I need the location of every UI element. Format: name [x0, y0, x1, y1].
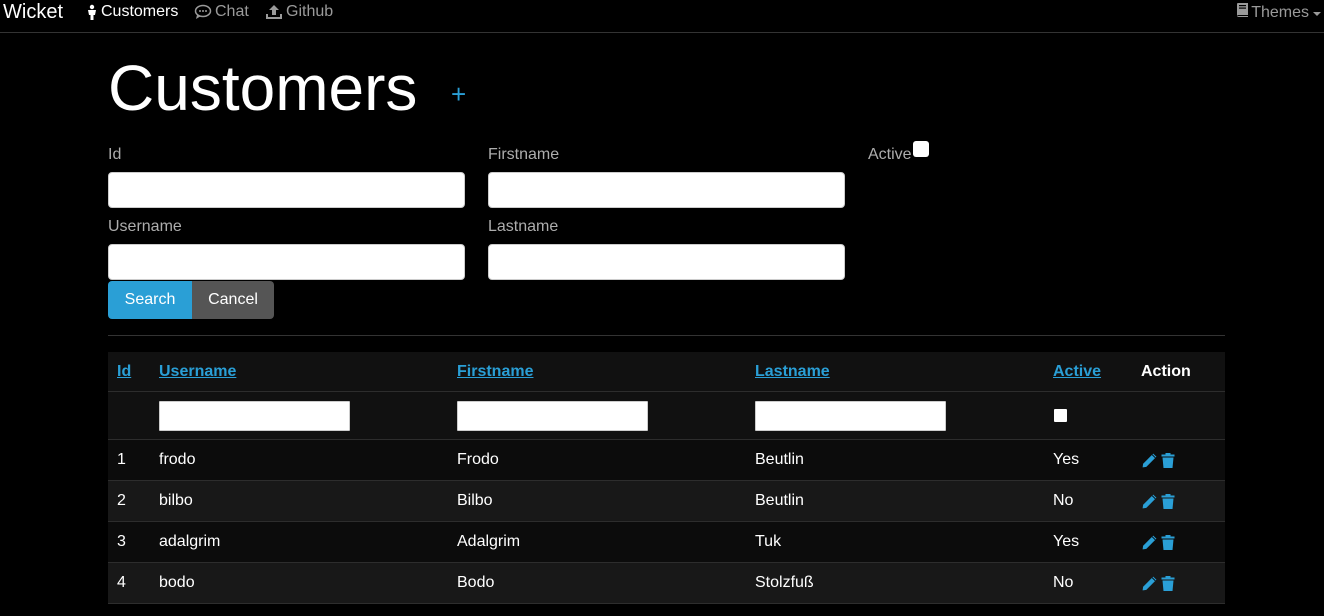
nav-link-label: Chat — [215, 3, 249, 20]
caret-down-icon — [1313, 12, 1321, 16]
nav-link-chat[interactable]: Chat — [194, 2, 249, 22]
delete-trash-icon[interactable] — [1161, 452, 1175, 469]
cell-firstname: Adalgrim — [457, 533, 521, 550]
themes-dropdown[interactable]: Themes — [1236, 2, 1321, 24]
cell-username: adalgrim — [159, 533, 221, 550]
cell-username: bodo — [159, 574, 195, 591]
cell-lastname: Beutlin — [755, 451, 804, 468]
cell-active: Yes — [1053, 451, 1080, 468]
nav-link-label: Customers — [101, 3, 179, 20]
row-actions — [1141, 452, 1175, 469]
chat-icon — [194, 4, 212, 20]
edit-pencil-icon[interactable] — [1141, 493, 1158, 510]
active-filter-checkbox[interactable] — [1054, 409, 1067, 422]
row-actions — [1141, 493, 1175, 510]
nav-link-github[interactable]: Github — [265, 2, 333, 22]
id-field[interactable] — [108, 172, 465, 208]
delete-trash-icon[interactable] — [1161, 534, 1175, 551]
sort-active-link[interactable]: Active — [1053, 363, 1101, 381]
book-icon — [1236, 2, 1249, 24]
delete-trash-icon[interactable] — [1161, 575, 1175, 592]
nav-link-label: Github — [286, 3, 334, 20]
cell-username: frodo — [159, 451, 196, 468]
lastname-filter-input[interactable] — [755, 400, 946, 431]
cell-lastname: Tuk — [755, 533, 782, 550]
username-field[interactable] — [108, 244, 465, 280]
table-filter-row — [108, 392, 1225, 440]
lastname-field[interactable] — [488, 244, 845, 280]
divider — [108, 335, 1225, 336]
customers-table: Id Username Firstname Lastname Active Ac… — [108, 352, 1225, 604]
cell-lastname: Stolzfuß — [755, 574, 814, 591]
id-label: Id — [108, 146, 122, 163]
table-row: 3 adalgrim Adalgrim Tuk Yes — [108, 522, 1225, 563]
row-actions — [1141, 575, 1175, 592]
cell-id: 3 — [117, 533, 126, 550]
cell-id: 4 — [117, 574, 126, 591]
person-icon — [86, 4, 98, 20]
cell-active: No — [1053, 492, 1074, 509]
edit-pencil-icon[interactable] — [1141, 534, 1158, 551]
firstname-filter-input[interactable] — [457, 400, 648, 431]
cell-firstname: Bodo — [457, 574, 495, 591]
sort-firstname-link[interactable]: Firstname — [457, 363, 533, 381]
cell-lastname: Beutlin — [755, 492, 804, 509]
active-label: Active — [868, 146, 912, 163]
row-actions — [1141, 534, 1175, 551]
cell-firstname: Bilbo — [457, 492, 493, 509]
firstname-label: Firstname — [488, 146, 560, 163]
edit-pencil-icon[interactable] — [1141, 452, 1158, 469]
firstname-field[interactable] — [488, 172, 845, 208]
themes-label: Themes — [1251, 4, 1309, 21]
table-header-row: Id Username Firstname Lastname Active Ac… — [108, 352, 1225, 392]
edit-pencil-icon[interactable] — [1141, 575, 1158, 592]
brand-link[interactable]: Wicket — [3, 0, 63, 24]
cell-username: bilbo — [159, 492, 193, 509]
nav-link-customers[interactable]: Customers — [86, 2, 178, 22]
sort-username-link[interactable]: Username — [159, 363, 236, 381]
delete-trash-icon[interactable] — [1161, 493, 1175, 510]
cell-active: No — [1053, 574, 1074, 591]
cell-id: 2 — [117, 492, 126, 509]
username-filter-input[interactable] — [159, 400, 350, 431]
table-row: 2 bilbo Bilbo Beutlin No — [108, 481, 1225, 522]
add-customer-button[interactable]: + — [451, 81, 466, 107]
navbar: Wicket Customers Chat Github Themes — [0, 0, 1324, 33]
cell-id: 1 — [117, 451, 126, 468]
cell-firstname: Frodo — [457, 451, 499, 468]
sort-lastname-link[interactable]: Lastname — [755, 363, 830, 381]
sort-id-link[interactable]: Id — [117, 363, 131, 381]
active-checkbox[interactable] — [913, 141, 929, 157]
page-title: Customers — [108, 52, 418, 124]
search-button[interactable]: Search — [108, 281, 192, 319]
cell-active: Yes — [1053, 533, 1080, 550]
action-header: Action — [1141, 362, 1191, 380]
table-row: 4 bodo Bodo Stolzfuß No — [108, 563, 1225, 604]
table-row: 1 frodo Frodo Beutlin Yes — [108, 440, 1225, 481]
username-label: Username — [108, 218, 182, 235]
lastname-label: Lastname — [488, 218, 559, 235]
cancel-button[interactable]: Cancel — [192, 281, 274, 319]
upload-icon — [265, 4, 283, 20]
